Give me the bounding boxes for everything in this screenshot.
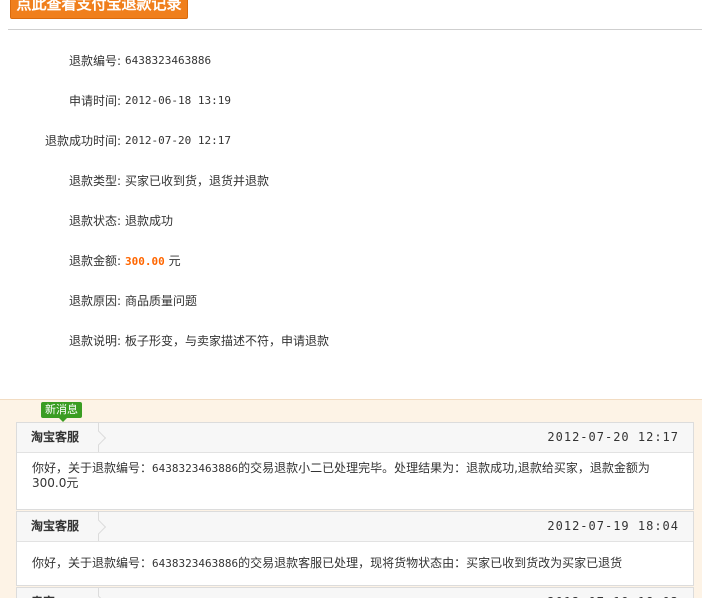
- message-text: 你好，关于退款编号：: [32, 461, 153, 475]
- new-message-badge: 新消息: [41, 402, 82, 422]
- refund-type-value: 买家已收到货，退货并退款: [125, 174, 270, 188]
- message-sender: 淘宝客服: [17, 512, 99, 541]
- amount-number: 300.00: [125, 255, 165, 268]
- refund-amount-value: 300.00 元: [125, 251, 181, 272]
- detail-label: 申请时间:: [68, 94, 121, 108]
- amount-unit: 元: [168, 254, 181, 268]
- message-header: 淘宝客服 2012-07-19 18:04: [17, 512, 693, 542]
- divider: [8, 29, 702, 30]
- message-card: 淘宝客服 2012-07-19 18:04 你好，关于退款编号：64383234…: [16, 511, 694, 586]
- message-header: 卖家 2012-07-19 18:03: [17, 588, 693, 598]
- detail-label: 退款说明:: [68, 334, 121, 348]
- refund-status-value: 退款成功: [125, 214, 174, 228]
- message-sender: 卖家: [17, 588, 99, 598]
- message-sender: 淘宝客服: [17, 423, 99, 452]
- detail-label: 退款状态:: [68, 214, 121, 228]
- detail-label: 退款原因:: [68, 294, 121, 308]
- message-refund-id: 6438323463886: [152, 557, 239, 570]
- message-body: 你好，关于退款编号：6438323463886的交易退款小二已处理完毕。处理结果…: [17, 453, 693, 499]
- detail-label: 退款类型:: [68, 174, 121, 188]
- detail-label: 退款成功时间:: [44, 134, 121, 148]
- refund-reason-value: 商品质量问题: [125, 294, 198, 308]
- detail-label: 退款金额:: [68, 254, 121, 268]
- refund-note-value: 板子形变，与卖家描述不符，申请退款: [125, 334, 330, 348]
- message-time: 2012-07-19 18:04: [547, 519, 679, 533]
- view-alipay-refund-record-button[interactable]: 点此查看支付宝退款记录: [10, 0, 188, 19]
- detail-label: 退款编号:: [68, 54, 121, 68]
- message-header: 淘宝客服 2012-07-20 12:17: [17, 423, 693, 453]
- message-time: 2012-07-20 12:17: [547, 430, 679, 444]
- message-card: 淘宝客服 2012-07-20 12:17 你好，关于退款编号：64383234…: [16, 422, 694, 510]
- message-text: 的交易退款客服已处理，现将货物状态由：买家已收到货改为买家已退货: [238, 556, 623, 570]
- success-time-value: 2012-07-20 12:17: [125, 134, 231, 147]
- refund-id-value: 6438323463886: [125, 54, 212, 67]
- message-body: 你好，关于退款编号：6438323463886的交易退款客服已处理，现将货物状态…: [17, 542, 693, 579]
- apply-time-value: 2012-06-18 13:19: [125, 94, 231, 107]
- message-time: 2012-07-19 18:03: [547, 588, 679, 598]
- message-card: 卖家 2012-07-19 18:03: [16, 587, 694, 598]
- message-refund-id: 6438323463886: [152, 462, 239, 475]
- message-area: 新消息 淘宝客服 2012-07-20 12:17 你好，关于退款编号：6438…: [0, 399, 702, 598]
- message-text: 你好，关于退款编号：: [32, 556, 153, 570]
